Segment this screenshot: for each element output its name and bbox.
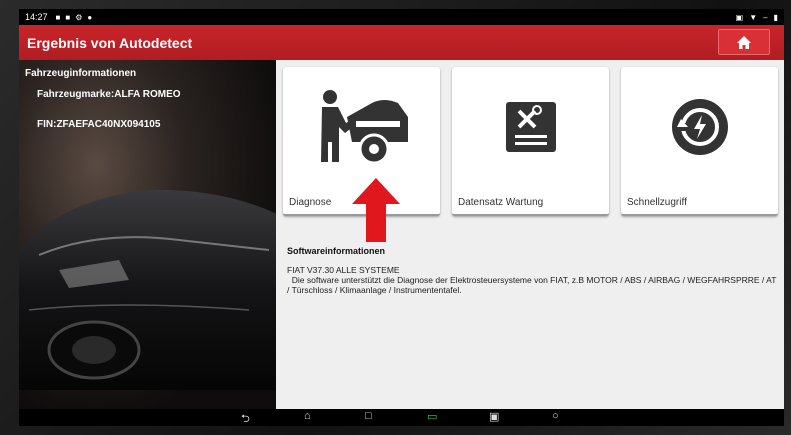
minimize-icon: – (763, 12, 768, 22)
tile-label: Datensatz Wartung (458, 197, 544, 208)
vehicle-info-heading: Fahrzeuginformationen (25, 68, 137, 79)
back-icon[interactable]: ⮌ (241, 410, 250, 426)
quick-access-tile[interactable]: Schnellzugriff (621, 67, 778, 216)
software-info-heading: Softwareinformationen (287, 246, 386, 256)
status-time: 14:27 (25, 12, 48, 22)
settings-icon: ⚙ (75, 12, 83, 22)
recent-apps-icon[interactable]: □ (365, 410, 372, 422)
vehicle-vin: FIN:ZFAEFAC40NX094105 (37, 119, 161, 130)
notification-icon: ■ (55, 12, 61, 22)
software-description-text: Die software unterstützt die Diagnose de… (287, 275, 777, 295)
tablet-screen: 14:27 ■ ■ ⚙ ● ▣ ▼ – ▮ Ergebnis von Autod… (19, 9, 784, 426)
software-description: Die software unterstützt die Diagnose de… (287, 275, 777, 295)
title-bar: Ergebnis von Autodetect (19, 25, 784, 60)
red-arrow-icon (352, 178, 400, 242)
quick-access-icon (671, 99, 728, 155)
vehicle-brand: Fahrzeugmarke:ALFA ROMEO (37, 89, 181, 100)
navigation-bar: ⮌ ⌂ □ ▭ ▣ ○ (19, 409, 784, 426)
software-name: FIAT V37.30 ALLE SYSTEME (287, 265, 400, 275)
home-nav-icon[interactable]: ⌂ (304, 410, 311, 422)
tools-document-icon (505, 102, 556, 152)
main-content: Diagnose Datensatz Wartung Schnellzugrif… (276, 60, 784, 409)
mechanic-car-icon (320, 90, 408, 165)
location-icon: ● (87, 12, 93, 22)
home-icon (737, 35, 751, 49)
vci-icon[interactable]: ▭ (427, 410, 437, 423)
wifi-icon: ▼ (749, 12, 758, 22)
car-image (19, 189, 276, 390)
battery-icon: ▮ (773, 12, 778, 22)
status-bar: 14:27 ■ ■ ⚙ ● ▣ ▼ – ▮ (19, 9, 784, 25)
signal-icon: ▣ (735, 12, 744, 22)
gallery-icon[interactable]: ▣ (489, 410, 499, 423)
vehicle-info-panel: Fahrzeuginformationen Fahrzeugmarke:ALFA… (19, 60, 276, 409)
browser-icon[interactable]: ○ (552, 410, 559, 422)
page-title: Ergebnis von Autodetect (27, 34, 193, 51)
tile-label: Schnellzugriff (627, 197, 687, 208)
notification-icon: ■ (65, 12, 71, 22)
home-button[interactable] (718, 29, 770, 55)
tile-label: Diagnose (289, 197, 332, 208)
maintenance-tile[interactable]: Datensatz Wartung (452, 67, 609, 216)
